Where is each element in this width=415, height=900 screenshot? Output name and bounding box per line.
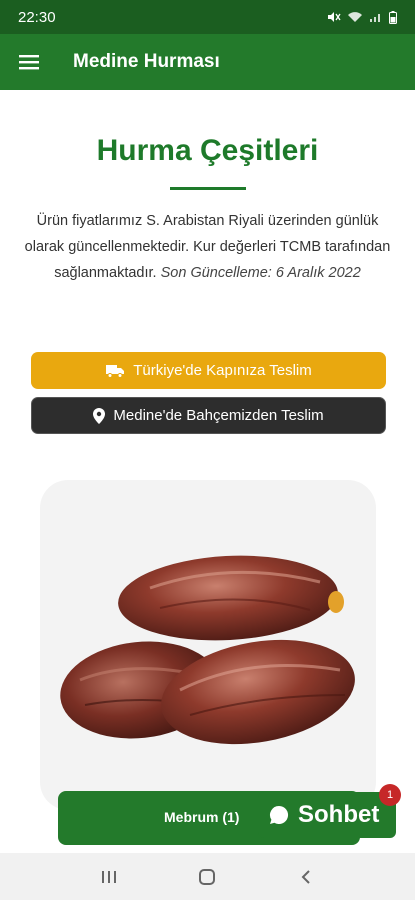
price-info-text: Ürün fiyatlarımız S. Arabistan Riyali üz…	[16, 208, 399, 286]
last-updated-text: Son Güncelleme: 6 Aralık 2022	[160, 265, 361, 281]
chat-bubble-icon	[270, 805, 289, 824]
product-card[interactable]	[40, 480, 376, 810]
status-time: 22:30	[18, 8, 56, 26]
app-bar: Medine Hurması	[0, 34, 415, 90]
battery-icon	[389, 10, 397, 24]
mute-icon	[328, 12, 341, 22]
chat-button[interactable]: Sohbet	[258, 792, 396, 838]
medina-delivery-button[interactable]: Medine'de Bahçemizden Teslim	[31, 397, 386, 434]
back-icon	[301, 869, 310, 884]
back-button[interactable]	[286, 857, 326, 897]
truck-icon	[106, 364, 125, 378]
turkey-delivery-label: Türkiye'de Kapınıza Teslim	[133, 362, 312, 379]
wifi-icon	[348, 12, 362, 22]
title-underline	[170, 187, 246, 190]
home-button[interactable]	[187, 857, 227, 897]
recent-apps-icon	[102, 870, 117, 883]
medina-delivery-label: Medine'de Bahçemizden Teslim	[113, 407, 324, 424]
main-content: Hurma Çeşitleri Ürün fiyatlarımız S. Ara…	[0, 90, 415, 853]
chat-badge: 1	[379, 784, 401, 806]
status-icons	[327, 10, 397, 24]
page-title: Hurma Çeşitleri	[96, 134, 319, 167]
turkey-delivery-button[interactable]: Türkiye'de Kapınıza Teslim	[31, 352, 386, 389]
home-icon	[199, 868, 216, 885]
signal-icon	[370, 14, 380, 22]
system-nav-bar	[0, 853, 415, 900]
chat-label: Sohbet	[298, 801, 380, 828]
dates-image	[60, 555, 355, 745]
status-bar: 22:30	[0, 0, 415, 34]
hamburger-menu-icon	[19, 55, 39, 70]
cart-label: Mebrum (1)	[164, 809, 240, 825]
location-pin-icon	[93, 407, 106, 424]
recent-apps-button[interactable]	[89, 857, 129, 897]
app-title: Medine Hurması	[73, 51, 220, 72]
menu-button[interactable]	[1, 34, 57, 90]
